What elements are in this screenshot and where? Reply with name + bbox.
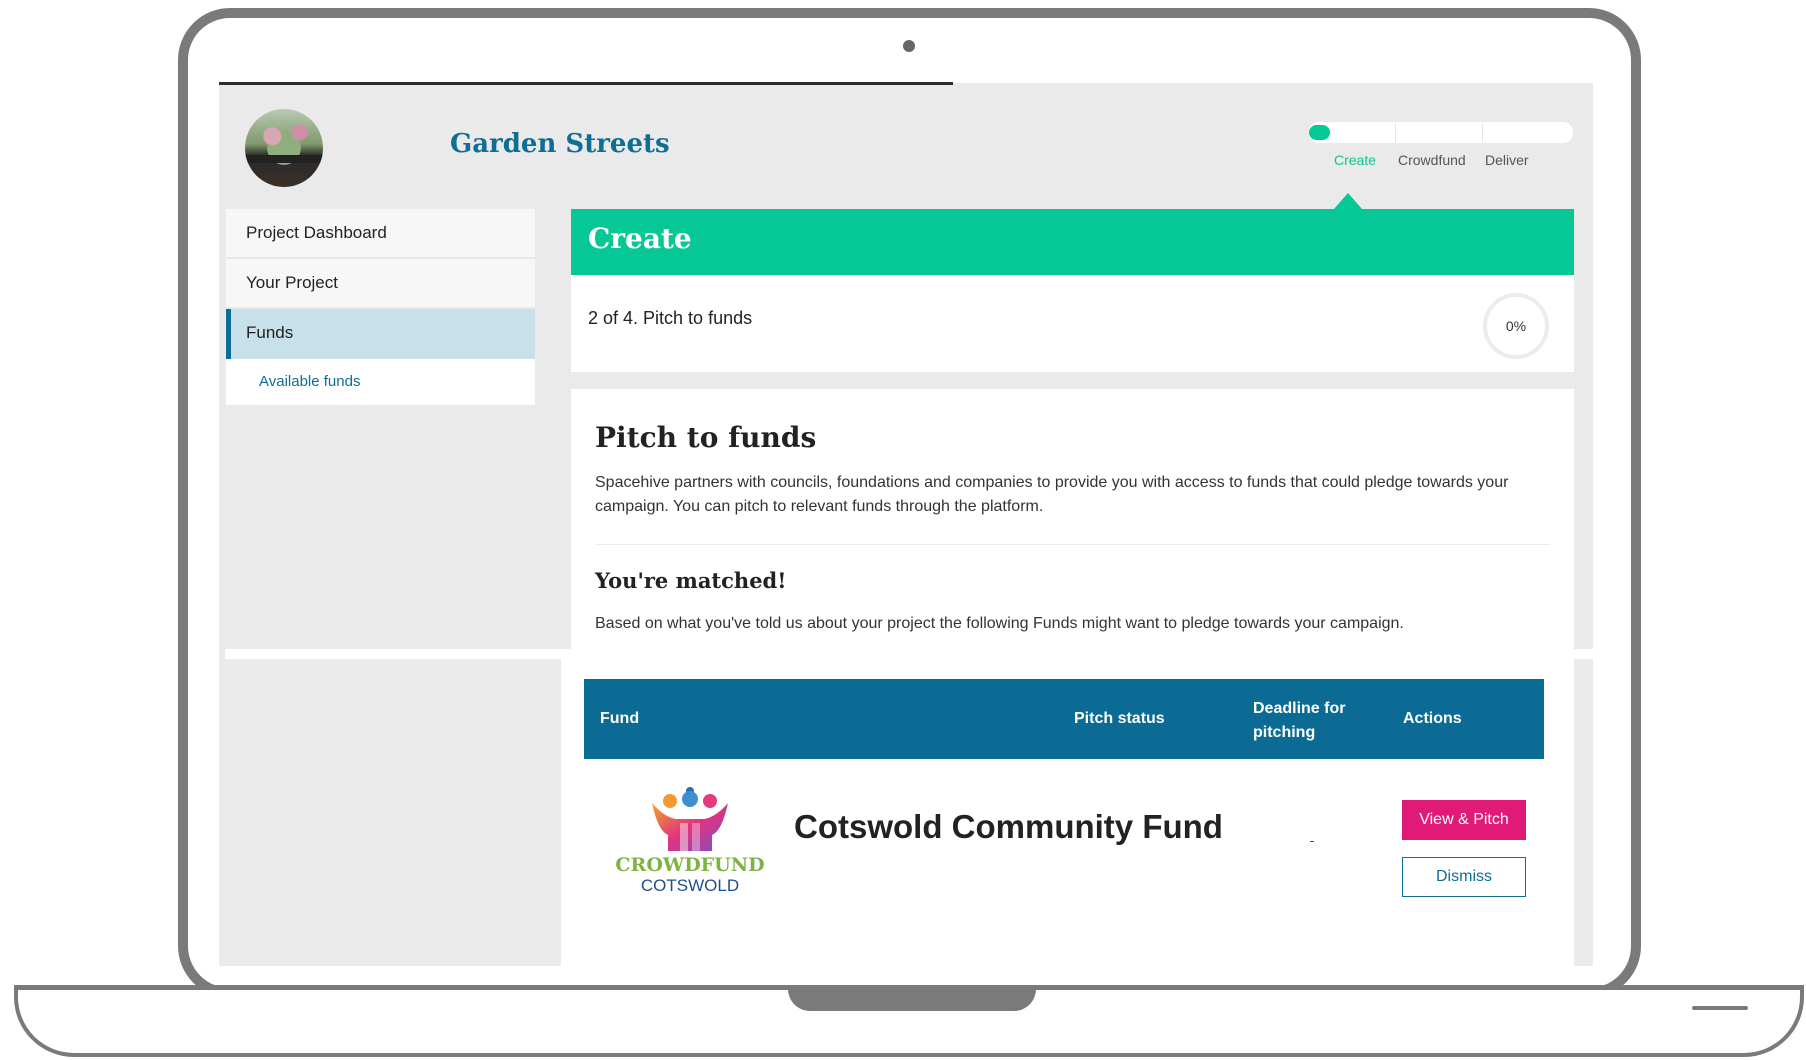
project-avatar — [245, 109, 323, 187]
fund-name[interactable]: Cotswold Community Fund — [794, 808, 1223, 846]
create-title: Create — [588, 222, 692, 255]
matched-title: You're matched! — [595, 568, 787, 593]
dismiss-button[interactable]: Dismiss — [1402, 857, 1526, 897]
laptop-notch — [788, 987, 1036, 1011]
column-deadline: Deadline for pitching — [1253, 700, 1346, 741]
step-indicator-text: 2 of 4. Pitch to funds — [588, 308, 753, 328]
sidebar-lower — [225, 659, 561, 966]
stage-deliver[interactable]: Deliver — [1485, 152, 1529, 168]
sidebar-subitem-available-funds[interactable]: Available funds — [226, 359, 535, 405]
webcam — [903, 40, 915, 52]
pitch-description: Spacehive partners with councils, founda… — [595, 474, 1509, 515]
view-pitch-button[interactable]: View & Pitch — [1402, 800, 1526, 840]
sidebar-item-project-dashboard[interactable]: Project Dashboard — [226, 209, 535, 259]
column-pitch-status: Pitch status — [1074, 710, 1165, 727]
sidebar: Project Dashboard Your Project Funds Ava… — [226, 209, 535, 405]
laptop-indicator — [1692, 1006, 1748, 1010]
pitch-status-value — [1310, 841, 1314, 842]
fund-logo-text-top: CROWDFUND — [615, 854, 764, 876]
divider — [595, 544, 1550, 545]
completion-percent: 0% — [1505, 318, 1527, 334]
project-header: Garden Streets Create Crowdfund Deliver — [219, 83, 1593, 195]
pitch-card: Pitch to funds Spacehive partners with c… — [571, 389, 1574, 655]
pitch-title: Pitch to funds — [595, 421, 817, 454]
project-title: Garden Streets — [450, 129, 670, 159]
sidebar-item-funds[interactable]: Funds — [226, 309, 535, 359]
sidebar-item-your-project[interactable]: Your Project — [226, 259, 535, 309]
fund-logo-text-bottom: COTSWOLD — [641, 876, 739, 893]
funds-table-header: Fund Pitch status Deadline for pitching … — [584, 679, 1544, 759]
stage-progress-fill — [1309, 125, 1330, 140]
step-card: 2 of 4. Pitch to funds 0% — [571, 275, 1574, 372]
matched-description: Based on what you've told us about your … — [595, 615, 1404, 632]
stage-progress-track — [1309, 122, 1573, 143]
column-fund: Fund — [600, 710, 640, 727]
column-actions: Actions — [1403, 710, 1462, 727]
active-stage-pointer — [1334, 193, 1362, 209]
fund-logo: CROWDFUND COTSWOLD — [608, 773, 772, 895]
stage-create[interactable]: Create — [1334, 152, 1376, 168]
page-load-bar — [219, 82, 953, 85]
stage-crowdfund[interactable]: Crowdfund — [1398, 152, 1466, 168]
create-banner: Create — [571, 209, 1574, 275]
app-screen: Garden Streets Create Crowdfund Deliver … — [219, 83, 1593, 966]
completion-ring: 0% — [1483, 293, 1549, 359]
table-row: CROWDFUND COTSWOLD Cotswold Community Fu… — [584, 773, 1544, 963]
